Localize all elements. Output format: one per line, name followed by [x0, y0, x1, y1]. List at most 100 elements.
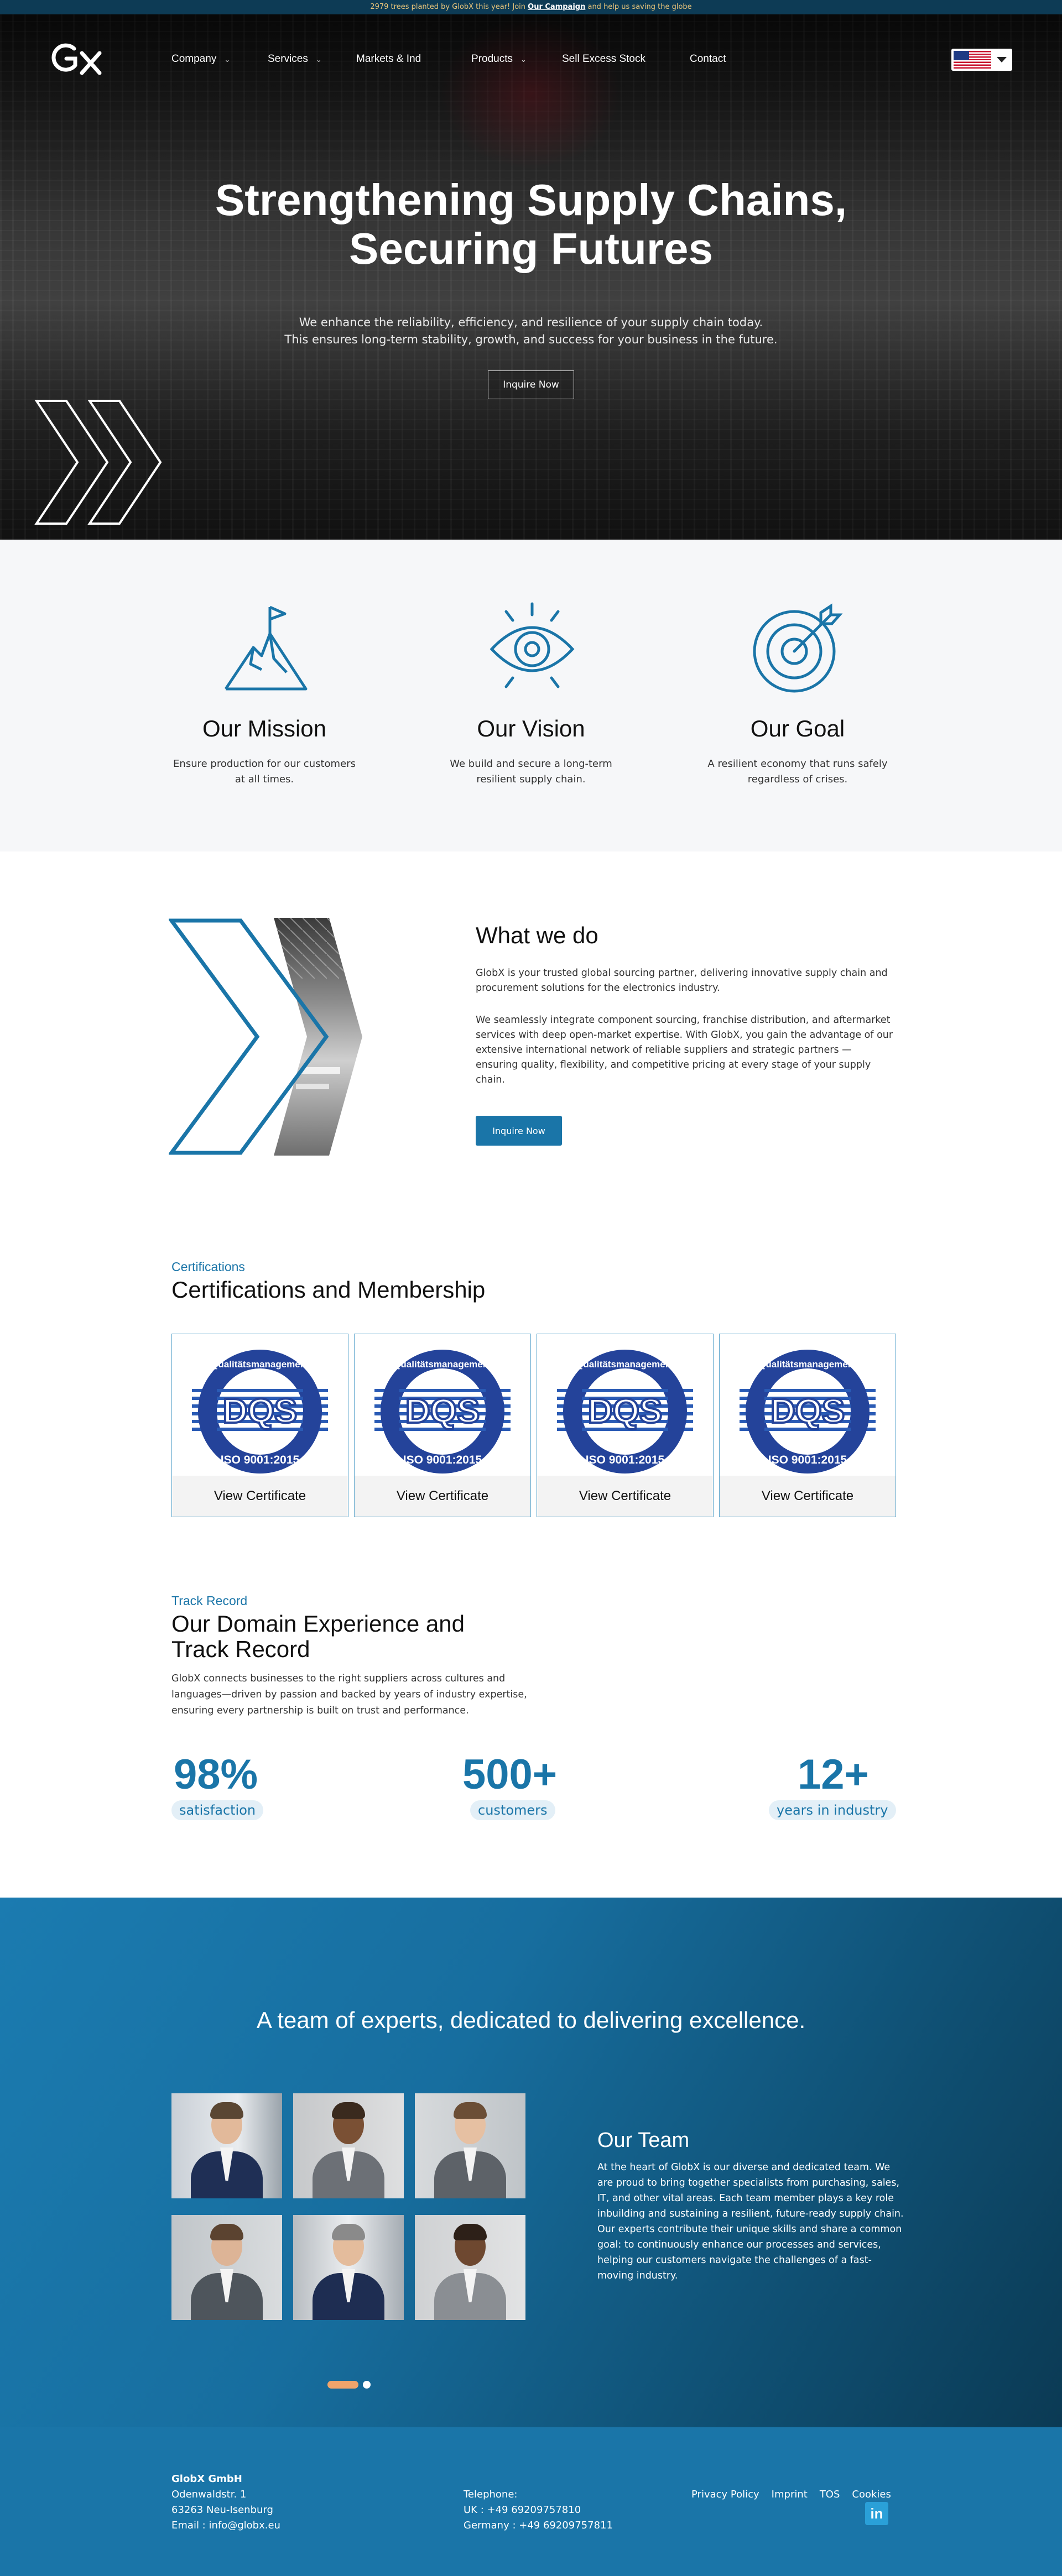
- track-record-title-line1: Our Domain Experience and: [171, 1611, 465, 1637]
- footer-city: 63263 Neu-Isenburg: [171, 2504, 273, 2516]
- footer-link-imprint[interactable]: Imprint: [772, 2489, 808, 2500]
- target-arrow-icon: [753, 603, 843, 693]
- team-member-photo[interactable]: [415, 2093, 525, 2198]
- site-footer: GlobX GmbH Odenwaldstr. 1 63263 Neu-Isen…: [0, 2427, 1062, 2576]
- seal-center-text: DQS: [223, 1392, 297, 1430]
- nav-products-label: Products: [471, 53, 513, 65]
- what-we-do-intro: GlobX is your trusted global sourcing pa…: [476, 968, 888, 994]
- footer-phone-uk[interactable]: UK : +49 69209757810: [464, 2502, 613, 2518]
- view-certificate-button[interactable]: View Certificate: [355, 1476, 530, 1517]
- track-record-eyebrow: Track Record: [171, 1593, 248, 1608]
- certificate-card[interactable]: DQS Qualitätsmanagement ISO 9001:2015 Vi…: [719, 1334, 896, 1517]
- iso-seal-icon: DQS Qualitätsmanagement ISO 9001:2015: [192, 1350, 328, 1474]
- team-member-photo[interactable]: [293, 2093, 404, 2198]
- footer-link-cookies[interactable]: Cookies: [852, 2489, 891, 2500]
- hero-subtitle-line1: We enhance the reliability, efficiency, …: [299, 316, 763, 329]
- track-record-text: GlobX connects businesses to the right s…: [171, 1673, 527, 1716]
- view-certificate-button[interactable]: View Certificate: [720, 1476, 896, 1517]
- hero-title-line1: Strengthening Supply Chains,: [215, 175, 847, 224]
- seal-center-text: DQS: [771, 1392, 845, 1430]
- footer-address: GlobX GmbH Odenwaldstr. 1 63263 Neu-Isen…: [171, 2472, 280, 2533]
- seal-center-text: DQS: [588, 1392, 662, 1430]
- nav-company-label: Company: [171, 53, 217, 65]
- certificate-card[interactable]: DQS Qualitätsmanagement ISO 9001:2015 Vi…: [171, 1334, 348, 1517]
- language-selector[interactable]: [951, 49, 1012, 71]
- what-we-do-inquire-button[interactable]: Inquire Now: [476, 1116, 562, 1146]
- view-certificate-button[interactable]: View Certificate: [172, 1476, 348, 1517]
- seal-top-text: Qualitätsmanagement: [576, 1359, 674, 1370]
- nav-contact[interactable]: Contact: [690, 53, 726, 65]
- view-certificate-button[interactable]: View Certificate: [537, 1476, 713, 1517]
- certifications-eyebrow: Certifications: [171, 1260, 245, 1274]
- stat-years-label: years in industry: [769, 1800, 896, 1820]
- iso-seal-icon: DQS Qualitätsmanagement ISO 9001:2015: [740, 1350, 876, 1474]
- carousel-dot-active[interactable]: [327, 2381, 358, 2389]
- nav-markets[interactable]: Markets & Ind: [356, 53, 421, 65]
- goal-text: A resilient economy that runs safely reg…: [707, 758, 888, 785]
- linkedin-icon[interactable]: in: [865, 2502, 888, 2525]
- footer-phone: Telephone: UK : +49 69209757810 Germany …: [464, 2487, 613, 2533]
- team-member-photo[interactable]: [171, 2093, 282, 2198]
- stat-years-value: 12+: [798, 1751, 869, 1798]
- eye-icon: [490, 602, 575, 688]
- nav-contact-label: Contact: [690, 53, 726, 65]
- hero-inquire-button[interactable]: Inquire Now: [488, 370, 574, 399]
- nav-sell-excess-stock[interactable]: Sell Excess Stock: [562, 53, 645, 65]
- certifications-title: Certifications and Membership: [171, 1277, 486, 1303]
- nav-products[interactable]: Products ⌄: [471, 53, 527, 65]
- mission-text: Ensure production for our customers at a…: [173, 758, 356, 785]
- nav-services-label: Services: [268, 53, 308, 65]
- carousel-pagination: [327, 2381, 371, 2389]
- stat-customers-value: 500+: [462, 1751, 558, 1798]
- seal-bottom-text: ISO 9001:2015: [768, 1454, 847, 1466]
- seal-bottom-text: ISO 9001:2015: [586, 1454, 665, 1466]
- goal-title: Our Goal: [750, 715, 845, 741]
- values-section: Our Mission Our Vision Our Goal Ensure p…: [0, 540, 1062, 851]
- track-record-title: Our Domain Experience and Track Record: [171, 1611, 465, 1662]
- hero-subtitle-line2: This ensures long-term stability, growth…: [284, 333, 778, 346]
- team-member-photo[interactable]: [415, 2215, 525, 2320]
- footer-phone-label: Telephone:: [464, 2489, 518, 2500]
- banner-text-end: and help us saving the globe: [585, 3, 692, 11]
- iso-seal-icon: DQS Qualitätsmanagement ISO 9001:2015: [557, 1350, 693, 1474]
- hero-title: Strengthening Supply Chains, Securing Fu…: [0, 176, 1062, 273]
- footer-link-privacy[interactable]: Privacy Policy: [691, 2489, 759, 2500]
- track-record-title-line2: Track Record: [171, 1636, 310, 1662]
- nav-sell-label: Sell Excess Stock: [562, 53, 645, 65]
- team-section-title: A team of experts, dedicated to deliveri…: [256, 2007, 806, 2033]
- team-member-photo[interactable]: [293, 2215, 404, 2320]
- iso-seal-icon: DQS Qualitätsmanagement ISO 9001:2015: [374, 1350, 511, 1474]
- office-chevron-image: [169, 918, 362, 1156]
- our-team-heading: Our Team: [597, 2129, 690, 2152]
- nav-company[interactable]: Company ⌄: [171, 53, 230, 65]
- seal-top-text: Qualitätsmanagement: [758, 1359, 857, 1370]
- globx-logo[interactable]: [50, 41, 111, 76]
- seal-bottom-text: ISO 9001:2015: [221, 1454, 300, 1466]
- certificate-card[interactable]: DQS Qualitätsmanagement ISO 9001:2015 Vi…: [354, 1334, 531, 1517]
- footer-link-tos[interactable]: TOS: [820, 2489, 840, 2500]
- footer-company-name: GlobX GmbH: [171, 2473, 242, 2485]
- announcement-banner: 2979 trees planted by GlobX this year! J…: [0, 0, 1062, 14]
- vision-title: Our Vision: [477, 715, 585, 741]
- what-we-do-title: What we do: [476, 922, 598, 948]
- stat-customers-label: customers: [470, 1800, 555, 1820]
- seal-bottom-text: ISO 9001:2015: [403, 1454, 482, 1466]
- campaign-link[interactable]: Our Campaign: [528, 3, 585, 11]
- double-chevron-icon: [34, 400, 162, 525]
- carousel-dot[interactable]: [363, 2381, 371, 2389]
- vision-text: We build and secure a long-term resilien…: [450, 758, 612, 785]
- mountain-flag-icon: [224, 605, 308, 691]
- footer-phone-de[interactable]: Germany : +49 69209757811: [464, 2518, 613, 2533]
- hero-section: Company ⌄ Services ⌄ Markets & Ind Product…: [0, 14, 1062, 540]
- seal-top-text: Qualitätsmanagement: [393, 1359, 492, 1370]
- chevron-down-icon: ⌄: [315, 55, 322, 64]
- chevron-down-icon: ⌄: [224, 55, 231, 64]
- footer-email[interactable]: Email : info@globx.eu: [171, 2518, 280, 2533]
- nav-services[interactable]: Services ⌄: [268, 53, 322, 65]
- stat-satisfaction-value: 98%: [174, 1751, 258, 1798]
- certificate-card[interactable]: DQS Qualitätsmanagement ISO 9001:2015 Vi…: [537, 1334, 714, 1517]
- seal-center-text: DQS: [405, 1392, 480, 1430]
- team-member-photo[interactable]: [171, 2215, 282, 2320]
- caret-down-icon: [997, 57, 1007, 62]
- banner-text: 2979 trees planted by GlobX this year! J…: [370, 3, 528, 11]
